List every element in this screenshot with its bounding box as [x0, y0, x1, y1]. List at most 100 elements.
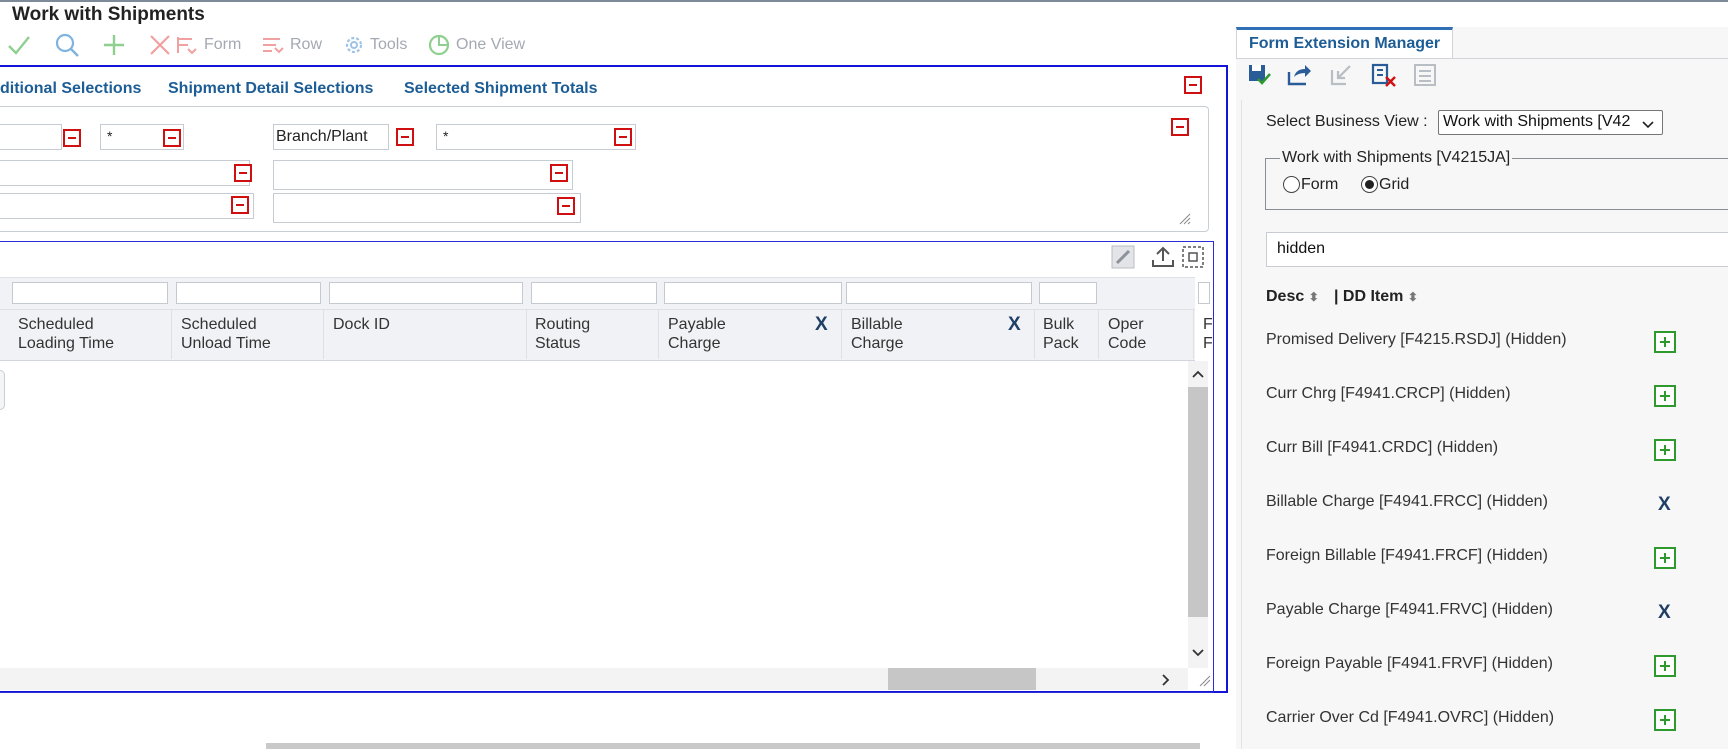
branch-plant-label: Branch/Plant	[276, 128, 368, 145]
search-input[interactable]: hidden	[1266, 232, 1728, 267]
filter-input-billable-charge[interactable]	[846, 282, 1032, 304]
hide-column-x-icon[interactable]: X	[815, 314, 828, 336]
save-extension-icon[interactable]	[1246, 62, 1272, 93]
panel-divider	[1236, 58, 1728, 59]
scroll-right-icon[interactable]	[1160, 672, 1172, 693]
column-header-billable-charge[interactable]: Billable Charge	[851, 315, 903, 353]
tab-additional-selections[interactable]: ditional Selections	[0, 80, 141, 98]
branch-plant-input[interactable]: *	[436, 124, 636, 150]
remove-field-x-icon[interactable]: X	[1658, 494, 1671, 516]
criteria-field-5[interactable]	[0, 193, 254, 219]
row-menu-button[interactable]: Row	[260, 32, 322, 58]
radio-form[interactable]	[1283, 176, 1300, 193]
remove-field-icon[interactable]	[614, 128, 632, 146]
hide-column-x-icon[interactable]: X	[1008, 314, 1021, 336]
column-header-bulk-pack[interactable]: Bulk Pack	[1043, 315, 1079, 353]
row-menu-icon	[260, 33, 286, 57]
side-panel-toggle[interactable]	[0, 370, 5, 410]
list-item: Foreign Payable [F4941.FRVF] (Hidden)	[1266, 655, 1553, 672]
filter-input-payable-charge[interactable]	[664, 282, 842, 304]
tools-menu-button[interactable]: Tools	[342, 32, 407, 58]
list-item: Curr Bill [F4941.CRDC] (Hidden)	[1266, 439, 1499, 456]
collapse-tabs-icon[interactable]	[1184, 76, 1202, 94]
delete-x-icon[interactable]	[148, 33, 172, 57]
column-header-desc[interactable]: Desc ⬍	[1266, 288, 1319, 306]
filter-input-scheduled-loading[interactable]	[12, 282, 168, 304]
filter-input-scheduled-unload[interactable]	[176, 282, 321, 304]
row-menu-label: Row	[290, 36, 323, 53]
add-field-plus-icon[interactable]	[1654, 439, 1676, 461]
grid-vertical-scroll-thumb[interactable]	[1188, 387, 1208, 617]
add-field-plus-icon[interactable]	[1654, 547, 1676, 569]
list-item: Promised Delivery [F4215.RSDJ] (Hidden)	[1266, 331, 1567, 348]
import-icon[interactable]	[1328, 62, 1354, 93]
column-header-oper-code[interactable]: Oper Code	[1108, 315, 1146, 353]
filter-input-bulk-pack[interactable]	[1039, 282, 1097, 304]
criteria-field-4[interactable]	[273, 160, 573, 190]
column-divider	[323, 309, 324, 359]
criteria-field-6[interactable]	[273, 193, 581, 223]
edit-pencil-icon[interactable]	[1110, 244, 1136, 275]
radio-form-label[interactable]: Form	[1301, 176, 1338, 194]
remove-field-icon[interactable]	[231, 196, 249, 214]
grid-horizontal-scroll-thumb[interactable]	[888, 668, 1036, 690]
find-search-icon[interactable]	[54, 32, 80, 58]
column-header-scheduled-unload-time[interactable]: Scheduled Unload Time	[181, 315, 271, 353]
filter-input-next[interactable]	[1198, 282, 1210, 304]
export-upload-icon[interactable]	[1150, 244, 1176, 275]
column-divider	[1098, 309, 1099, 359]
add-field-plus-icon[interactable]	[1654, 331, 1676, 353]
view-mode-legend: Work with Shipments [V4215JA]	[1280, 149, 1513, 167]
tab-form-extension-manager[interactable]: Form Extension Manager	[1236, 27, 1454, 58]
delete-extension-icon[interactable]	[1370, 62, 1398, 93]
remove-field-icon[interactable]	[63, 129, 81, 147]
publish-share-icon[interactable]	[1286, 62, 1312, 93]
column-header-dd-item[interactable]: | DD Item ⬍	[1334, 288, 1418, 306]
sort-icon: ⬍	[1407, 290, 1418, 304]
one-view-button[interactable]: One View	[426, 32, 525, 58]
radio-grid[interactable]	[1361, 176, 1378, 193]
column-divider	[658, 309, 659, 359]
column-divider	[841, 309, 842, 359]
form-menu-button[interactable]: Form	[174, 32, 241, 58]
resize-handle-icon[interactable]	[1176, 210, 1192, 231]
notes-icon[interactable]	[1412, 62, 1438, 93]
column-divider	[526, 309, 527, 359]
page-horizontal-scroll-thumb[interactable]	[266, 743, 1200, 749]
add-field-plus-icon[interactable]	[1654, 385, 1676, 407]
list-item: Billable Charge [F4941.FRCC] (Hidden)	[1266, 493, 1548, 510]
maximize-grid-icon[interactable]	[1180, 244, 1206, 275]
ok-check-icon[interactable]	[6, 33, 32, 57]
remove-field-icon[interactable]	[396, 128, 414, 146]
remove-field-icon[interactable]	[234, 164, 252, 182]
tab-selected-shipment-totals[interactable]: Selected Shipment Totals	[404, 80, 598, 98]
column-header-dock-id[interactable]: Dock ID	[333, 315, 390, 334]
remove-field-icon[interactable]	[163, 129, 181, 147]
business-view-select[interactable]: Work with Shipments [V42	[1438, 110, 1663, 135]
scroll-down-icon[interactable]	[1190, 646, 1206, 664]
add-field-plus-icon[interactable]	[1654, 709, 1676, 731]
criteria-field-3[interactable]	[0, 160, 250, 186]
column-header-next[interactable]: FF	[1203, 315, 1213, 353]
window-top-border	[0, 0, 1728, 2]
filter-input-dock-id[interactable]	[329, 282, 523, 304]
column-header-scheduled-loading-time[interactable]: Scheduled Loading Time	[18, 315, 114, 353]
add-field-plus-icon[interactable]	[1654, 655, 1676, 677]
criteria-field-1[interactable]	[0, 124, 62, 150]
add-plus-icon[interactable]	[102, 33, 126, 57]
remove-field-icon[interactable]	[550, 164, 568, 182]
tab-shipment-detail-selections[interactable]: Shipment Detail Selections	[168, 80, 373, 98]
one-view-label: One View	[456, 36, 526, 53]
page-title: Work with Shipments	[12, 4, 205, 25]
collapse-criteria-icon[interactable]	[1171, 118, 1189, 136]
remove-field-icon[interactable]	[557, 197, 575, 215]
radio-grid-label[interactable]: Grid	[1379, 176, 1409, 194]
column-header-routing-status[interactable]: Routing Status	[535, 315, 590, 353]
grid-resize-handle-icon[interactable]	[1196, 672, 1212, 693]
filter-input-routing-status[interactable]	[531, 282, 657, 304]
scroll-up-icon[interactable]	[1190, 367, 1206, 385]
select-business-view-label: Select Business View :	[1266, 113, 1428, 130]
remove-field-x-icon[interactable]: X	[1658, 602, 1671, 624]
column-header-payable-charge[interactable]: Payable Charge	[668, 315, 726, 353]
search-input-value: hidden	[1277, 240, 1326, 257]
